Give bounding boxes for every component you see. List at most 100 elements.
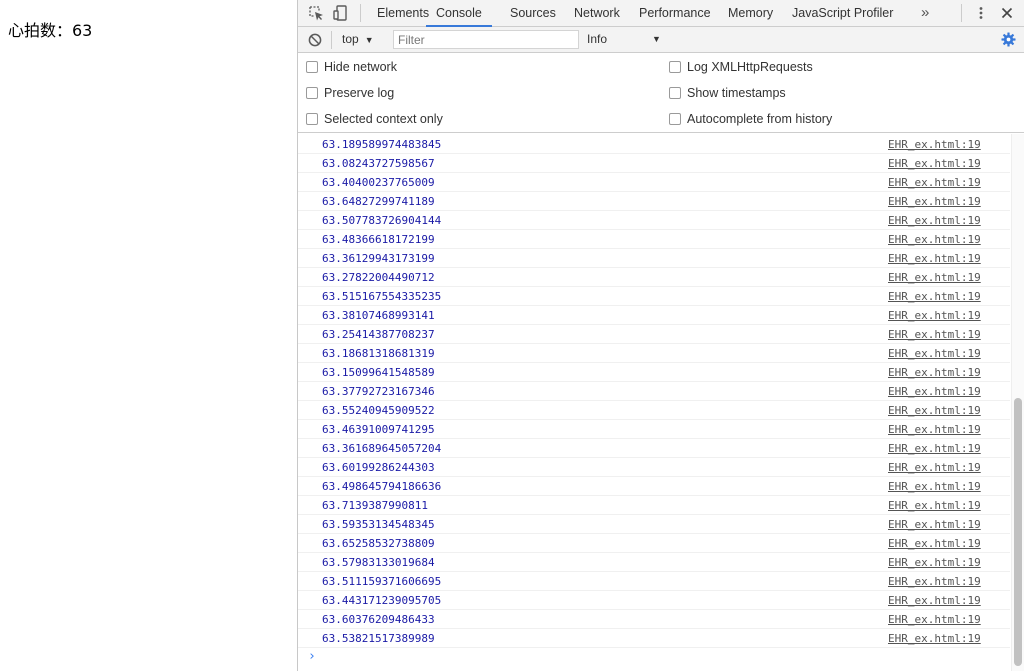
console-message-source-link[interactable]: EHR_ex.html:19 xyxy=(888,518,981,531)
console-message: 63.443171239095705 EHR_ex.html:19 xyxy=(298,591,1010,610)
tab-console[interactable]: Console xyxy=(426,0,492,27)
toolbar-separator xyxy=(331,31,332,49)
show-timestamps-checkbox[interactable] xyxy=(669,87,681,99)
console-message-source-link[interactable]: EHR_ex.html:19 xyxy=(888,347,981,360)
console-message-source-link[interactable]: EHR_ex.html:19 xyxy=(888,385,981,398)
console-message-source-link[interactable]: EHR_ex.html:19 xyxy=(888,575,981,588)
console-message-value: 63.36129943173199 xyxy=(322,252,435,265)
console-message: 63.53821517389989 EHR_ex.html:19 xyxy=(298,629,1010,648)
console-message: 63.65258532738809 EHR_ex.html:19 xyxy=(298,534,1010,553)
console-message-source-link[interactable]: EHR_ex.html:19 xyxy=(888,480,981,493)
console-message: 63.18681318681319 EHR_ex.html:19 xyxy=(298,344,1010,363)
console-message-source-link[interactable]: EHR_ex.html:19 xyxy=(888,461,981,474)
console-message-source-link[interactable]: EHR_ex.html:19 xyxy=(888,138,981,151)
console-message-source-link[interactable]: EHR_ex.html:19 xyxy=(888,233,981,246)
console-message-source-link[interactable]: EHR_ex.html:19 xyxy=(888,214,981,227)
tab-javascript-profiler[interactable]: JavaScript Profiler xyxy=(792,0,893,27)
console-message-source-link[interactable]: EHR_ex.html:19 xyxy=(888,613,981,626)
autocomplete-history-checkbox[interactable] xyxy=(669,113,681,125)
console-message-value: 63.27822004490712 xyxy=(322,271,435,284)
console-message: 63.48366618172199 EHR_ex.html:19 xyxy=(298,230,1010,249)
console-message-value: 63.361689645057204 xyxy=(322,442,442,455)
context-selector[interactable]: top ▼ xyxy=(342,27,374,52)
hide-network-checkbox[interactable] xyxy=(306,61,318,73)
console-message-source-link[interactable]: EHR_ex.html:19 xyxy=(888,556,981,569)
log-xhr-label: Log XMLHttpRequests xyxy=(687,60,813,74)
console-message-source-link[interactable]: EHR_ex.html:19 xyxy=(888,632,981,645)
console-message-source-link[interactable]: EHR_ex.html:19 xyxy=(888,328,981,341)
console-message: 63.60199286244303 EHR_ex.html:19 xyxy=(298,458,1010,477)
tab-sources[interactable]: Sources xyxy=(510,0,556,27)
console-message-value: 63.55240945909522 xyxy=(322,404,435,417)
console-message-source-link[interactable]: EHR_ex.html:19 xyxy=(888,290,981,303)
console-message: 63.59353134548345 EHR_ex.html:19 xyxy=(298,515,1010,534)
selected-context-only-label: Selected context only xyxy=(324,112,443,126)
preserve-log-checkbox[interactable] xyxy=(306,87,318,99)
console-message-source-link[interactable]: EHR_ex.html:19 xyxy=(888,309,981,322)
device-toolbar-icon[interactable] xyxy=(333,5,349,21)
console-message-value: 63.57983133019684 xyxy=(322,556,435,569)
web-page: 心拍数：63 xyxy=(0,0,297,671)
console-message: 63.507783726904144 EHR_ex.html:19 xyxy=(298,211,1010,230)
console-message: 63.60376209486433 EHR_ex.html:19 xyxy=(298,610,1010,629)
filter-input[interactable] xyxy=(393,30,579,49)
console-message: 63.38107468993141 EHR_ex.html:19 xyxy=(298,306,1010,325)
console-message-value: 63.15099641548589 xyxy=(322,366,435,379)
console-message: 63.15099641548589 EHR_ex.html:19 xyxy=(298,363,1010,382)
heartbeat-text: 心拍数：63 xyxy=(8,21,93,40)
console-message-source-link[interactable]: EHR_ex.html:19 xyxy=(888,271,981,284)
close-icon[interactable] xyxy=(1000,6,1014,20)
toolbar-separator xyxy=(360,4,361,22)
console-prompt[interactable]: › xyxy=(308,649,316,664)
kebab-menu-icon[interactable] xyxy=(974,6,988,20)
console-message-value: 63.189589974483845 xyxy=(322,138,442,151)
console-message-source-link[interactable]: EHR_ex.html:19 xyxy=(888,442,981,455)
console-message-value: 63.443171239095705 xyxy=(322,594,442,607)
gear-icon[interactable] xyxy=(1001,32,1016,47)
console-message-source-link[interactable]: EHR_ex.html:19 xyxy=(888,176,981,189)
log-xhr-checkbox[interactable] xyxy=(669,61,681,73)
console-message-value: 63.37792723167346 xyxy=(322,385,435,398)
console-message: 63.55240945909522 EHR_ex.html:19 xyxy=(298,401,1010,420)
console-message-source-link[interactable]: EHR_ex.html:19 xyxy=(888,366,981,379)
console-message-source-link[interactable]: EHR_ex.html:19 xyxy=(888,404,981,417)
show-timestamps-label: Show timestamps xyxy=(687,86,786,100)
dropdown-arrow-icon[interactable]: ▼ xyxy=(652,27,661,52)
tab-memory[interactable]: Memory xyxy=(728,0,773,27)
console-message-source-link[interactable]: EHR_ex.html:19 xyxy=(888,423,981,436)
dropdown-arrow-icon: ▼ xyxy=(364,35,374,45)
clear-console-icon[interactable] xyxy=(308,33,322,47)
more-tabs-button[interactable]: » xyxy=(921,0,929,27)
inspect-element-icon[interactable] xyxy=(308,5,324,21)
autocomplete-history-label: Autocomplete from history xyxy=(687,112,833,126)
console-message: 63.498645794186636 EHR_ex.html:19 xyxy=(298,477,1010,496)
console-message: 63.7139387990811 EHR_ex.html:19 xyxy=(298,496,1010,515)
console-message: 63.189589974483845 EHR_ex.html:19 xyxy=(298,135,1010,154)
console-message-source-link[interactable]: EHR_ex.html:19 xyxy=(888,594,981,607)
console-message-value: 63.498645794186636 xyxy=(322,480,442,493)
console-message-value: 63.7139387990811 xyxy=(322,499,428,512)
console-message: 63.511159371606695 EHR_ex.html:19 xyxy=(298,572,1010,591)
tab-network[interactable]: Network xyxy=(574,0,620,27)
selected-context-only-checkbox[interactable] xyxy=(306,113,318,125)
console-message-source-link[interactable]: EHR_ex.html:19 xyxy=(888,252,981,265)
console-message-value: 63.507783726904144 xyxy=(322,214,442,227)
tab-elements[interactable]: Elements xyxy=(377,0,429,27)
console-message-value: 63.48366618172199 xyxy=(322,233,435,246)
console-message-value: 63.18681318681319 xyxy=(322,347,435,360)
console-message-value: 63.40400237765009 xyxy=(322,176,435,189)
console-message-source-link[interactable]: EHR_ex.html:19 xyxy=(888,499,981,512)
toolbar-separator xyxy=(961,4,962,22)
console-message-value: 63.59353134548345 xyxy=(322,518,435,531)
console-message-source-link[interactable]: EHR_ex.html:19 xyxy=(888,537,981,550)
scrollbar-thumb[interactable] xyxy=(1014,398,1022,666)
console-message: 63.361689645057204 EHR_ex.html:19 xyxy=(298,439,1010,458)
console-message-value: 63.38107468993141 xyxy=(322,309,435,322)
tab-performance[interactable]: Performance xyxy=(639,0,711,27)
console-message-value: 63.515167554335235 xyxy=(322,290,442,303)
console-messages: 63.189589974483845 EHR_ex.html:19 63.08243… xyxy=(298,134,1010,671)
console-message-source-link[interactable]: EHR_ex.html:19 xyxy=(888,195,981,208)
console-message-source-link[interactable]: EHR_ex.html:19 xyxy=(888,157,981,170)
devtools-panel: Elements Console Sources Network Perform… xyxy=(297,0,1024,671)
console-message-value: 63.53821517389989 xyxy=(322,632,435,645)
